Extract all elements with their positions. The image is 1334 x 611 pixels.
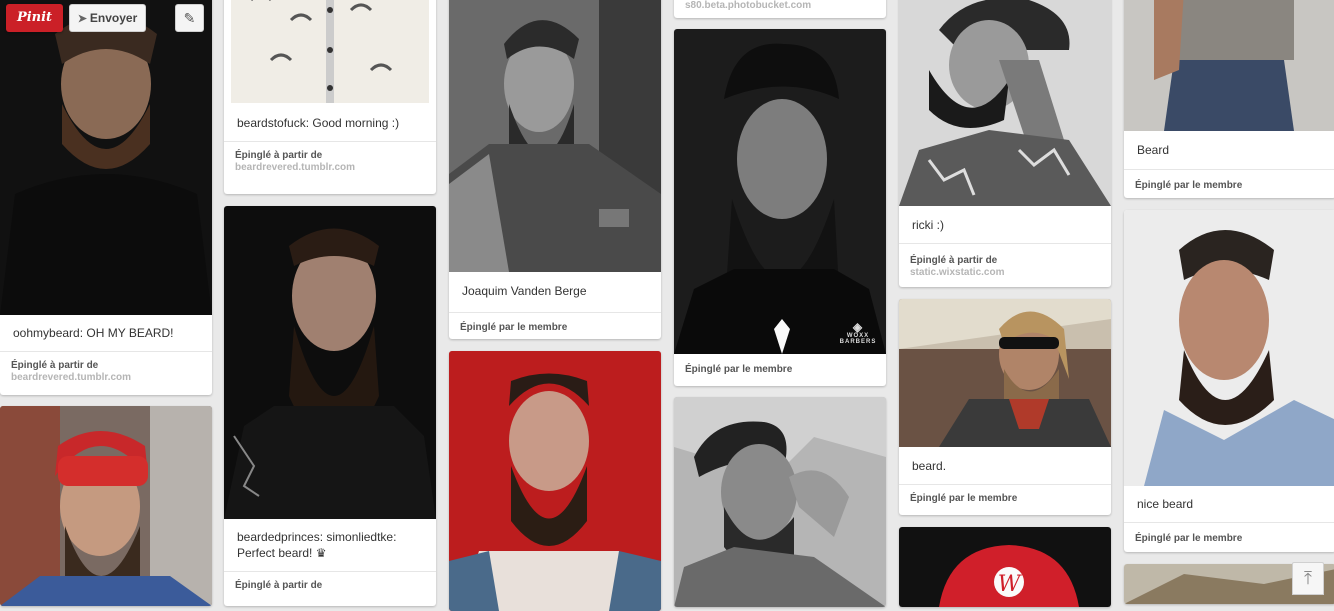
pin-card[interactable]: beardstofuck: Good morning :) Épinglé à … [224,0,436,194]
pin-source[interactable]: Épinglé à partir de beardrevered.tumblr.… [0,352,212,390]
watermark-logo: ◈ WOXX BARBERS [839,320,877,345]
pin-source-url[interactable]: beardrevered.tumblr.com [235,162,425,174]
pin-source-label: Épinglé à partir de [235,150,323,161]
scroll-to-top-button[interactable]: ⤒ [1292,562,1324,595]
pin-source-label: Épinglé par le membre [460,322,568,333]
pin-source[interactable]: Épinglé par le membre [899,485,1111,511]
pin-card[interactable]: Beard Épinglé par le membre [1124,0,1334,198]
pin-image[interactable] [1124,210,1334,486]
pin-image[interactable] [449,351,661,611]
pin-card[interactable]: ricki :) Épinglé à partir de static.wixs… [899,0,1111,287]
pin-description: beardedprinces: simonliedtke: Perfect be… [224,519,436,572]
pinit-button[interactable]: Pinit [6,4,63,32]
pin-description: Joaquim Vanden Berge [449,272,661,313]
pin-description: Beard [1124,131,1334,170]
pin-image[interactable] [0,406,212,606]
pin-source[interactable]: Épinglé par le membre [1124,170,1334,198]
pin-card[interactable]: beardedprinces: simonliedtke: Perfect be… [224,206,436,606]
pin-image[interactable] [224,0,436,103]
arrow-up-to-top-icon: ⤒ [1304,568,1312,588]
pin-source[interactable]: Épinglé par le membre [674,354,886,382]
pin-source-label: Épinglé à partir de [235,580,323,591]
pin-image[interactable] [899,0,1111,206]
pin-card[interactable] [0,406,212,606]
pin-image[interactable] [899,299,1111,447]
pin-source[interactable]: Épinglé à partir de [224,572,436,598]
pin-card[interactable]: beard. Épinglé par le membre [899,299,1111,515]
pin-source[interactable]: Épinglé à partir de static.wixstatic.com [899,244,1111,285]
pin-image[interactable] [224,206,436,519]
paper-plane-icon: ➤ [77,13,87,25]
pin-card[interactable]: W [899,527,1111,607]
pin-image[interactable]: W [899,527,1111,607]
pin-source-url[interactable]: static.wixstatic.com [910,267,1100,279]
pin-description: ricki :) [899,206,1111,244]
pin-source-label: Épinglé par le membre [910,493,1018,504]
pin-source[interactable]: Épinglé par le membre [1124,523,1334,551]
pin-description: beard. [899,447,1111,485]
pin-card[interactable] [674,397,886,607]
pin-card[interactable]: s80.beta.photobucket.com [674,0,886,18]
pin-source[interactable]: s80.beta.photobucket.com [674,0,886,18]
pin-card[interactable]: nice beard Épinglé par le membre [1124,210,1334,552]
pin-description: oohmybeard: OH MY BEARD! [0,315,212,352]
pin-source-label: Épinglé par le membre [685,364,793,375]
pin-source-label: Épinglé par le membre [1135,533,1243,544]
pencil-icon: ✎ [183,10,196,26]
pin-card[interactable]: Joaquim Vanden Berge Épinglé par le memb… [449,0,661,339]
pin-image[interactable] [1124,0,1334,131]
pin-card[interactable]: ◈ WOXX BARBERS Épinglé par le membre [674,29,886,386]
pin-card[interactable]: Pinit ➤ Envoyer ✎ oohmybeard: OH MY BEARD… [0,0,212,395]
pin-image[interactable]: Pinit ➤ Envoyer ✎ [0,0,212,315]
pin-description: nice beard [1124,486,1334,523]
pin-card[interactable] [449,351,661,611]
pin-source-label: Épinglé à partir de [11,360,99,371]
pin-image[interactable] [449,0,661,272]
pin-source[interactable]: Épinglé à partir de beardrevered.tumblr.… [224,142,436,180]
edit-button[interactable]: ✎ [175,4,204,32]
pin-source-label: Épinglé à partir de [910,255,998,266]
svg-text:W: W [998,572,1023,597]
pin-source-url[interactable]: s80.beta.photobucket.com [685,0,875,12]
pin-image[interactable]: ◈ WOXX BARBERS [674,29,886,354]
pin-image[interactable] [674,397,886,607]
pin-description: beardstofuck: Good morning :) [224,103,436,142]
pin-source-label: Épinglé par le membre [1135,180,1243,191]
send-button[interactable]: ➤ Envoyer [69,4,146,32]
pin-source-url[interactable]: beardrevered.tumblr.com [11,372,201,384]
pin-source[interactable]: Épinglé par le membre [449,313,661,339]
